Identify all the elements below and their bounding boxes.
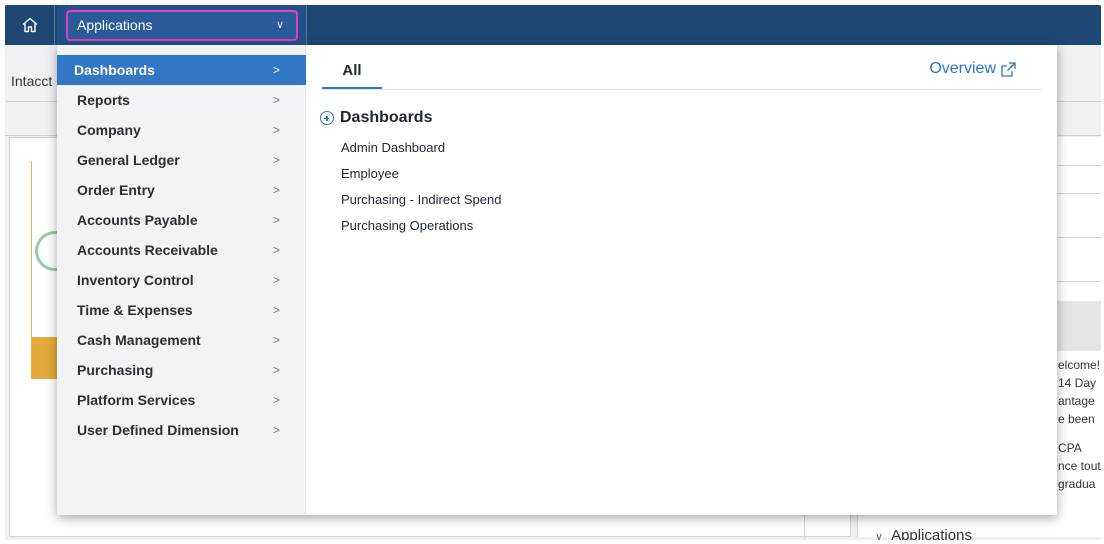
- menu-item-company[interactable]: Company >: [57, 115, 306, 145]
- divider: [804, 515, 805, 540]
- welcome-text: CPA: [1058, 441, 1082, 455]
- chevron-right-icon: >: [272, 363, 280, 377]
- menu-item-platform-services[interactable]: Platform Services >: [57, 385, 306, 415]
- menu-item-order-entry[interactable]: Order Entry >: [57, 175, 306, 205]
- welcome-text: nce tout: [1058, 459, 1101, 473]
- chevron-down-icon: ∨: [275, 19, 284, 31]
- welcome-text: 14 Day: [1058, 376, 1097, 390]
- home-button[interactable]: [5, 5, 55, 45]
- chevron-right-icon: >: [272, 123, 280, 137]
- tab-underline: [322, 89, 1041, 90]
- chevron-right-icon: >: [272, 63, 280, 77]
- chevron-right-icon: >: [272, 183, 280, 197]
- chevron-right-icon: >: [272, 393, 280, 407]
- app-window: Intacct elcome! 14 Day antage e been CPA…: [5, 5, 1101, 540]
- menu-item-dashboards[interactable]: Dashboards >: [57, 55, 306, 85]
- menu-item-inventory-control[interactable]: Inventory Control >: [57, 265, 306, 295]
- application-switcher-area: Applications ∨: [57, 5, 307, 45]
- link-employee[interactable]: Employee: [341, 166, 399, 181]
- link-admin-dashboard[interactable]: Admin Dashboard: [341, 140, 445, 155]
- external-link-icon: [1001, 61, 1016, 77]
- menu-item-time-expenses[interactable]: Time & Expenses >: [57, 295, 306, 325]
- chevron-right-icon: >: [272, 243, 280, 257]
- application-detail-pane: All Overview Dashboards Admin Dashboard …: [306, 45, 1057, 515]
- application-list: Dashboards > Reports > Company > General Le…: [57, 45, 306, 515]
- chevron-right-icon: >: [272, 423, 280, 437]
- menu-item-accounts-receivable[interactable]: Accounts Receivable >: [57, 235, 306, 265]
- chevron-right-icon: >: [272, 273, 280, 287]
- menu-item-accounts-payable[interactable]: Accounts Payable >: [57, 205, 306, 235]
- menu-item-cash-management[interactable]: Cash Management >: [57, 325, 306, 355]
- applications-menu: Dashboards > Reports > Company > General Le…: [57, 45, 1057, 515]
- top-navigation-bar: Applications ∨: [5, 5, 1101, 45]
- link-purchasing-indirect-spend[interactable]: Purchasing - Indirect Spend: [341, 192, 501, 207]
- applications-dropdown[interactable]: Applications ∨: [66, 10, 298, 41]
- tab-all[interactable]: All: [322, 58, 382, 90]
- chevron-right-icon: >: [272, 213, 280, 227]
- chevron-right-icon: >: [272, 93, 280, 107]
- applications-section-title: ∨ Applications: [875, 527, 972, 540]
- menu-item-general-ledger[interactable]: General Ledger >: [57, 145, 306, 175]
- welcome-text: gradua: [1058, 477, 1096, 491]
- welcome-text: e been: [1058, 412, 1095, 426]
- chevron-down-icon: ∨: [875, 531, 884, 540]
- menu-item-user-defined-dimension[interactable]: User Defined Dimension >: [57, 415, 306, 445]
- chevron-right-icon: >: [272, 153, 280, 167]
- menu-item-purchasing[interactable]: Purchasing >: [57, 355, 306, 385]
- chevron-right-icon: >: [272, 303, 280, 317]
- link-purchasing-operations[interactable]: Purchasing Operations: [341, 218, 473, 233]
- overview-link[interactable]: Overview: [929, 60, 1017, 78]
- applications-dropdown-label: Applications: [77, 17, 153, 33]
- breadcrumb: Intacct: [11, 73, 53, 89]
- section-header-dashboards[interactable]: Dashboards: [320, 109, 432, 127]
- welcome-text: elcome!: [1058, 358, 1101, 372]
- add-circle-icon[interactable]: [320, 111, 334, 125]
- home-icon: [22, 17, 37, 33]
- chevron-right-icon: >: [272, 333, 280, 347]
- welcome-text: antage: [1058, 394, 1095, 408]
- menu-item-reports[interactable]: Reports >: [57, 85, 306, 115]
